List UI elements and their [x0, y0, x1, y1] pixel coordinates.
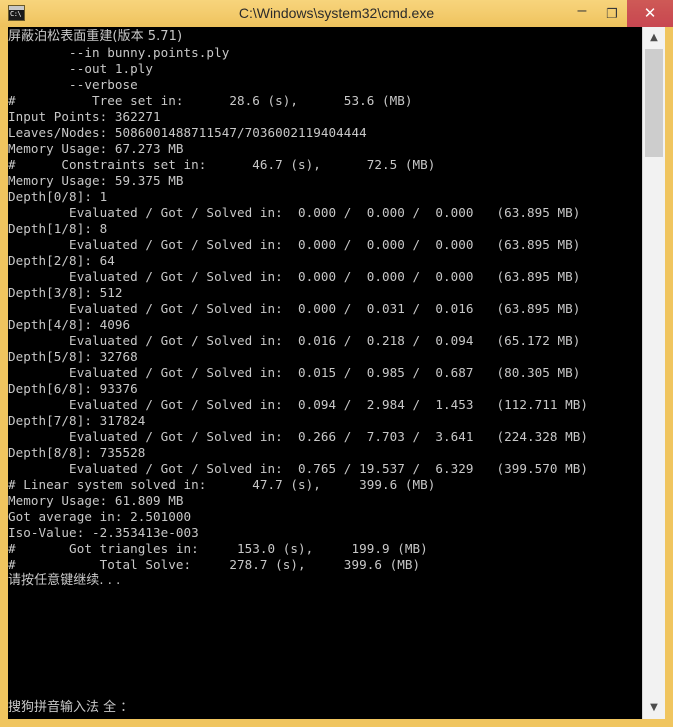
console-line: Evaluated / Got / Solved in: 0.000 / 0.0… [8, 301, 581, 316]
scrollbar-thumb[interactable] [645, 49, 663, 157]
console-line: Memory Usage: 67.273 MB [8, 141, 184, 156]
vertical-scrollbar[interactable]: ▲ ▼ [642, 27, 665, 719]
console-line: Evaluated / Got / Solved in: 0.000 / 0.0… [8, 269, 581, 284]
console-line: Evaluated / Got / Solved in: 0.015 / 0.9… [8, 365, 581, 380]
scroll-down-icon[interactable]: ▼ [643, 697, 665, 719]
console-line: # Linear system solved in: 47.7 (s), 399… [8, 477, 436, 492]
console-line: Evaluated / Got / Solved in: 0.000 / 0.0… [8, 237, 581, 252]
console-line: --in bunny.points.ply [8, 45, 230, 60]
maximize-restore-button[interactable]: ❐ [597, 0, 627, 27]
minimize-icon: – [577, 2, 587, 19]
console-line: Depth[4/8]: 4096 [8, 317, 131, 332]
scrollbar-track[interactable] [643, 49, 665, 697]
console-output: 屏蔽泊松表面重建(版本 5.71) --in bunny.points.ply … [8, 29, 642, 693]
console-line: 屏蔽泊松表面重建(版本 5.71) [8, 29, 183, 44]
console-line: # Total Solve: 278.7 (s), 399.6 (MB) [8, 557, 421, 572]
console-line: Depth[8/8]: 735528 [8, 445, 146, 460]
console-line: Depth[6/8]: 93376 [8, 381, 138, 396]
console-line: Leaves/Nodes: 5086001488711547/703600211… [8, 125, 367, 140]
console-line: Evaluated / Got / Solved in: 0.094 / 2.9… [8, 397, 589, 412]
cmd-window: C:\ C:\Windows\system32\cmd.exe – ❐ ✕ 屏蔽… [0, 0, 673, 727]
console-line: Depth[3/8]: 512 [8, 285, 123, 300]
restore-icon: ❐ [606, 6, 618, 21]
ime-status-line: 搜狗拼音输入法 全 ： [8, 700, 134, 715]
console-line: Memory Usage: 59.375 MB [8, 173, 184, 188]
console-line: Iso-Value: -2.353413e-003 [8, 525, 199, 540]
console-line: Depth[5/8]: 32768 [8, 349, 138, 364]
window-bottom-border [0, 719, 673, 727]
console-line: Depth[1/8]: 8 [8, 221, 108, 236]
title-bar[interactable]: C:\ C:\Windows\system32\cmd.exe – ❐ ✕ [0, 0, 673, 27]
console-line: # Constraints set in: 46.7 (s), 72.5 (MB… [8, 157, 436, 172]
scroll-up-icon[interactable]: ▲ [643, 27, 665, 49]
console-line: Evaluated / Got / Solved in: 0.000 / 0.0… [8, 205, 581, 220]
console-client-area[interactable]: 屏蔽泊松表面重建(版本 5.71) --in bunny.points.ply … [8, 27, 665, 719]
console-line: Depth[0/8]: 1 [8, 189, 108, 204]
console-line: Memory Usage: 61.809 MB [8, 493, 184, 508]
console-line: Evaluated / Got / Solved in: 0.266 / 7.7… [8, 429, 589, 444]
console-line: 请按任意键继续. . . [8, 573, 121, 588]
close-button[interactable]: ✕ [627, 0, 673, 27]
console-line: # Got triangles in: 153.0 (s), 199.9 (MB… [8, 541, 428, 556]
minimize-button[interactable]: – [567, 0, 597, 27]
console-line: Depth[7/8]: 317824 [8, 413, 146, 428]
console-line: --out 1.ply [8, 61, 154, 76]
console-line: --verbose [8, 77, 138, 92]
console-line: Evaluated / Got / Solved in: 0.016 / 0.2… [8, 333, 581, 348]
close-icon: ✕ [643, 5, 657, 22]
console-line: Depth[2/8]: 64 [8, 253, 115, 268]
console-line: Input Points: 362271 [8, 109, 161, 124]
console-line: # Tree set in: 28.6 (s), 53.6 (MB) [8, 93, 413, 108]
console-line: Evaluated / Got / Solved in: 0.765 / 19.… [8, 461, 589, 476]
console-line: Got average in: 2.501000 [8, 509, 192, 524]
